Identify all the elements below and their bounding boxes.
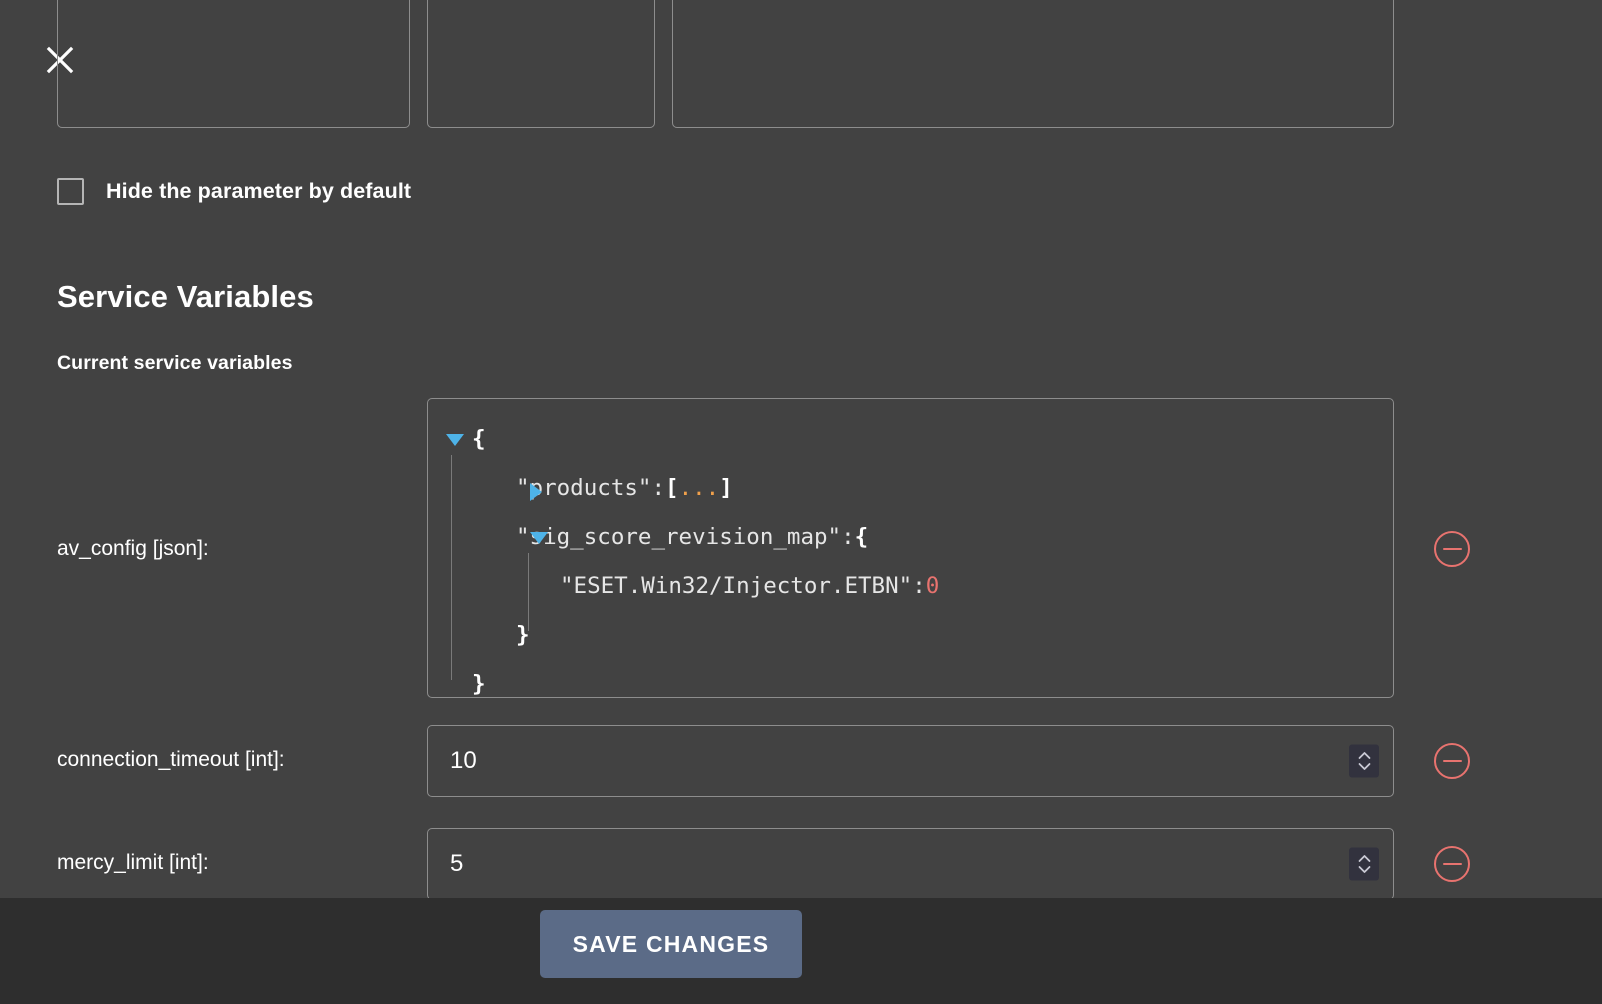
json-collapsed-dots: ... (678, 475, 720, 501)
variable-label: connection_timeout [int]: (57, 748, 285, 771)
connection-timeout-field[interactable] (427, 725, 1394, 797)
json-line: "sig_score_revision_map" : { (442, 513, 1393, 562)
json-bracket-close: ] (719, 475, 733, 501)
json-brace: { (472, 426, 486, 452)
json-line: } (442, 660, 1393, 697)
json-line: { (442, 415, 1393, 464)
json-brace: } (516, 622, 530, 648)
page-title: Service Variables (57, 279, 314, 314)
json-value-number: 0 (925, 573, 940, 599)
hide-parameter-label: Hide the parameter by default (106, 179, 412, 203)
dialog-scroll-body: Hide the parameter by default Service Va… (0, 0, 1602, 898)
chevron-up-icon[interactable] (1358, 855, 1371, 863)
chevron-down-icon[interactable] (1358, 866, 1371, 874)
scrolled-parameter-inputs (0, 0, 1602, 128)
json-twisty-closed-icon[interactable] (486, 464, 542, 513)
dialog-footer: SAVE CHANGES (0, 898, 1602, 1004)
hide-parameter-checkbox[interactable] (57, 178, 84, 205)
variable-label: av_config [json]: (57, 537, 209, 560)
variable-label: mercy_limit [int]: (57, 851, 209, 874)
mercy-limit-field[interactable] (427, 828, 1394, 898)
hide-parameter-checkbox-row[interactable]: Hide the parameter by default (57, 178, 411, 205)
variable-row-mercy-limit: mercy_limit [int]: (0, 828, 1602, 898)
json-key: "sig_score_revision_map" (516, 524, 842, 550)
parameter-input-partial-2[interactable] (427, 0, 655, 128)
chevron-down-icon[interactable] (1358, 763, 1371, 771)
json-key: "ESET.Win32/Injector.ETBN" (560, 573, 913, 599)
minus-circle-icon[interactable] (1434, 743, 1470, 779)
json-line: "ESET.Win32/Injector.ETBN" : 0 (442, 562, 1393, 611)
minus-circle-icon[interactable] (1434, 846, 1470, 882)
stepper-up-down-icon[interactable] (1349, 847, 1379, 881)
json-twisty-open-icon[interactable] (442, 415, 472, 464)
save-changes-button[interactable]: SAVE CHANGES (540, 910, 802, 978)
variable-row-av-config: av_config [json]: { "products" : [ ... ] (0, 398, 1602, 698)
parameter-input-partial-1[interactable] (57, 0, 410, 128)
mercy-limit-input[interactable] (428, 829, 1393, 898)
minus-circle-icon[interactable] (1434, 531, 1470, 567)
chevron-up-icon[interactable] (1358, 752, 1371, 760)
json-line: "products" : [ ... ] (442, 464, 1393, 513)
variable-row-connection-timeout: connection_timeout [int]: (0, 725, 1602, 797)
connection-timeout-input[interactable] (428, 726, 1393, 796)
stepper-up-down-icon[interactable] (1349, 744, 1379, 778)
parameter-input-partial-3[interactable] (672, 0, 1394, 128)
json-editor-field[interactable]: { "products" : [ ... ] "sig_score_revisi… (427, 398, 1394, 698)
json-bracket-open: [ (665, 475, 679, 501)
json-separator: : (841, 524, 855, 550)
json-line: } (442, 611, 1393, 660)
json-twisty-open-icon[interactable] (486, 513, 548, 562)
json-separator: : (912, 573, 926, 599)
json-separator: : (651, 475, 666, 501)
json-brace-open: { (854, 524, 869, 550)
json-tree-view[interactable]: { "products" : [ ... ] "sig_score_revisi… (428, 399, 1393, 697)
section-subtitle: Current service variables (57, 352, 293, 374)
json-brace: } (472, 671, 486, 697)
